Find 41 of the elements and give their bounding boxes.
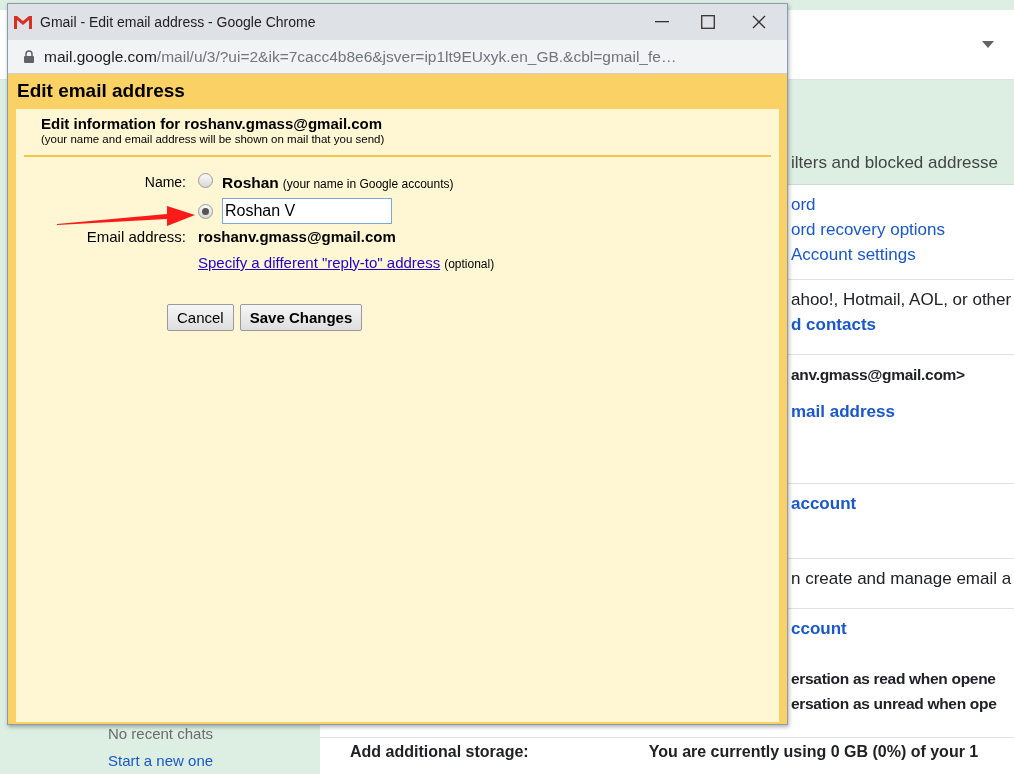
radio-button[interactable] [198, 203, 213, 219]
settings-text: ahoo!, Hotmail, AOL, or other [791, 289, 1013, 310]
settings-link[interactable]: account [791, 493, 1014, 514]
lock-icon [24, 50, 34, 63]
settings-link[interactable]: ccount [791, 618, 1014, 639]
save-button[interactable]: Save Changes [239, 304, 363, 332]
name-input-field[interactable]: Roshan V [222, 198, 392, 225]
start-chat-link[interactable]: Start a new one [108, 749, 320, 772]
optional-note: (optional) [444, 255, 495, 273]
settings-link[interactable]: Account settings [791, 244, 1014, 265]
window-title: Gmail - Edit email address - Google Chrome [40, 12, 316, 32]
email-value: roshanv.gmass@gmail.com [198, 227, 397, 248]
mail-logo-icon [13, 14, 33, 30]
close-icon [752, 15, 766, 29]
settings-link[interactable]: d contacts [791, 314, 1014, 335]
settings-text: ersation as read when opene [791, 669, 997, 689]
settings-text: anv.gmass@gmail.com> [791, 365, 966, 385]
maximize-icon [701, 15, 715, 29]
account-name-option: Roshan (your name in Google accounts) [222, 171, 454, 195]
cancel-button[interactable]: Cancel [167, 304, 234, 332]
storage-label: Add additional storage: [350, 742, 529, 762]
no-chats-text: No recent chats [108, 724, 215, 744]
dialog-title: Edit email address [17, 79, 185, 104]
settings-text: ersation as unread when ope [791, 694, 998, 714]
arrow-icon [57, 205, 195, 227]
address-bar[interactable]: mail.google.com/mail/u/3/?ui=2&ik=7cacc4b8e6&jsver=ip1lt9EUxyk.en_GB.&cbl=gmail_fe… [8, 40, 787, 74]
settings-link[interactable]: ord recovery options [791, 219, 1014, 240]
name-label: Name: [143, 173, 186, 192]
settings-text: n create and manage email a [791, 568, 1013, 589]
settings-tab[interactable]: ilters and blocked addresse [791, 149, 998, 175]
settings-link[interactable]: mail address [791, 401, 1014, 422]
minimize-icon [655, 21, 669, 23]
email-label: Email address: [85, 227, 186, 248]
url-text: mail.google.com/mail/u/3/?ui=2&ik=7cacc4b8e6&jsver=ip1lt9EUxyk.en_GB.&cbl=gmail_fe… [44, 46, 677, 67]
radio-button[interactable] [198, 173, 213, 189]
reply-to-link[interactable]: Specify a different "reply-to" address [198, 251, 441, 275]
storage-text: You are currently using 0 GB (0%) of your 1 [648, 742, 979, 762]
dialog-heading: Edit information for roshanv.gmass@gmail.com [41, 115, 384, 132]
dropdown-caret-icon[interactable] [982, 41, 994, 48]
dialog-subheading: (your name and email address will be shown on mail that you send) [41, 132, 386, 146]
settings-link[interactable]: ord [791, 194, 1014, 215]
